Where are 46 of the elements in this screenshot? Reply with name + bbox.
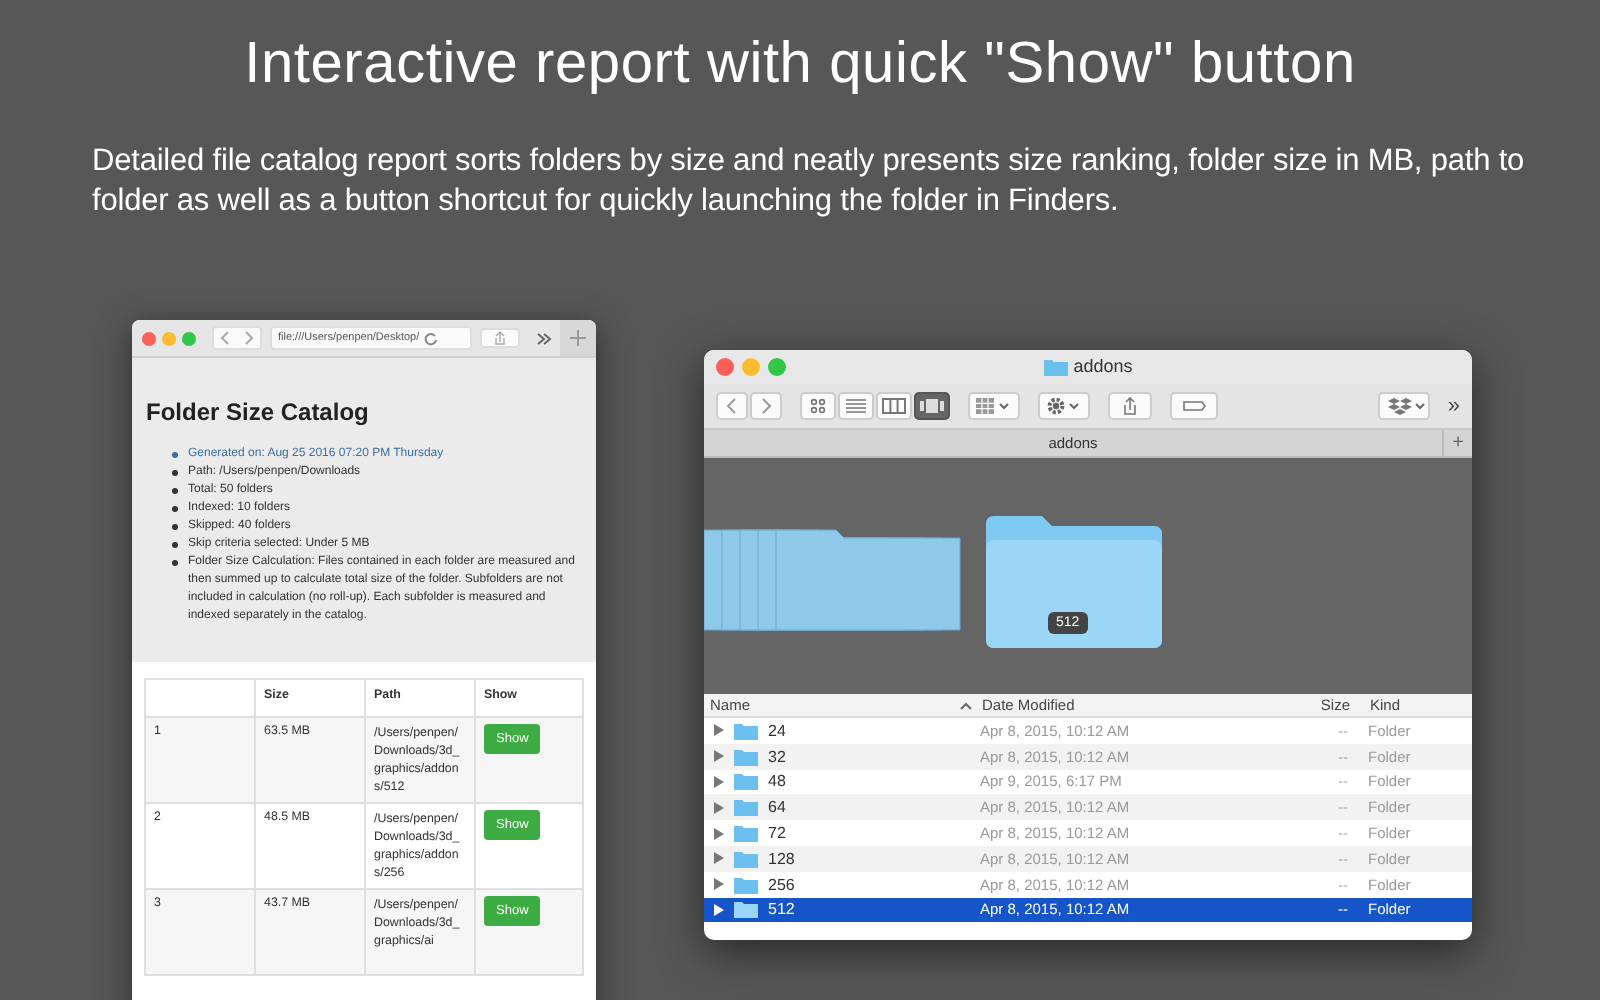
bullet-icon bbox=[172, 506, 178, 512]
bullet-icon bbox=[172, 542, 178, 548]
back-icon bbox=[218, 330, 234, 346]
bullet-icon bbox=[172, 524, 178, 530]
bullet-icon bbox=[172, 488, 178, 494]
arrange-dropdown-icon[interactable] bbox=[968, 392, 1020, 420]
new-tab-button[interactable]: + bbox=[1442, 430, 1472, 456]
share-icon[interactable] bbox=[480, 328, 520, 348]
folder-icon bbox=[734, 849, 758, 868]
bullet-icon bbox=[172, 560, 178, 566]
folder-icon bbox=[734, 798, 758, 817]
folder-name: 72 bbox=[768, 824, 786, 843]
folder-name: 512 bbox=[768, 900, 795, 919]
folder-name: 128 bbox=[768, 849, 795, 868]
folder-name: 48 bbox=[768, 772, 786, 791]
back-icon[interactable] bbox=[716, 392, 748, 420]
list-view-icon[interactable] bbox=[838, 392, 874, 420]
reload-icon bbox=[423, 331, 438, 345]
sort-ascending-icon[interactable] bbox=[960, 701, 972, 709]
bullet-icon bbox=[172, 452, 178, 458]
folder-name: 32 bbox=[768, 747, 786, 766]
icon-view-icon[interactable] bbox=[800, 392, 836, 420]
tag-icon[interactable] bbox=[1170, 392, 1218, 420]
new-tab-icon[interactable] bbox=[560, 320, 596, 356]
folder-name: 256 bbox=[768, 875, 795, 894]
chevrons-icon[interactable] bbox=[536, 331, 552, 345]
forward-icon bbox=[240, 330, 256, 346]
folder-name: 64 bbox=[768, 798, 786, 817]
more-toolbar-button[interactable]: » bbox=[1447, 394, 1460, 418]
folder-name: 24 bbox=[768, 721, 786, 740]
description: Detailed file catalog report sorts folders by size and neatly presents size ranking, folder size in MB, path to folder as well as a button shortcut for quickly launching the folder in Finders. bbox=[92, 142, 1527, 222]
report-title: Folder Size Catalog bbox=[146, 398, 371, 426]
gear-dropdown-icon[interactable] bbox=[1038, 392, 1090, 420]
folder-icon bbox=[1043, 357, 1068, 375]
navigation-buttons[interactable] bbox=[212, 326, 262, 350]
share-icon[interactable] bbox=[1108, 392, 1152, 420]
forward-icon[interactable] bbox=[750, 392, 782, 420]
folder-icon bbox=[734, 900, 758, 919]
headline: Interactive report with quick "Show" button bbox=[242, 30, 1358, 98]
bullet-icon bbox=[172, 470, 178, 476]
column-view-icon[interactable] bbox=[876, 392, 912, 420]
window-title: addons bbox=[1073, 356, 1133, 376]
box-dropdown-icon[interactable] bbox=[1377, 392, 1430, 420]
folder-icon bbox=[734, 747, 758, 766]
cover-flow-view-icon[interactable] bbox=[914, 392, 950, 420]
folder-icon bbox=[986, 516, 1162, 648]
